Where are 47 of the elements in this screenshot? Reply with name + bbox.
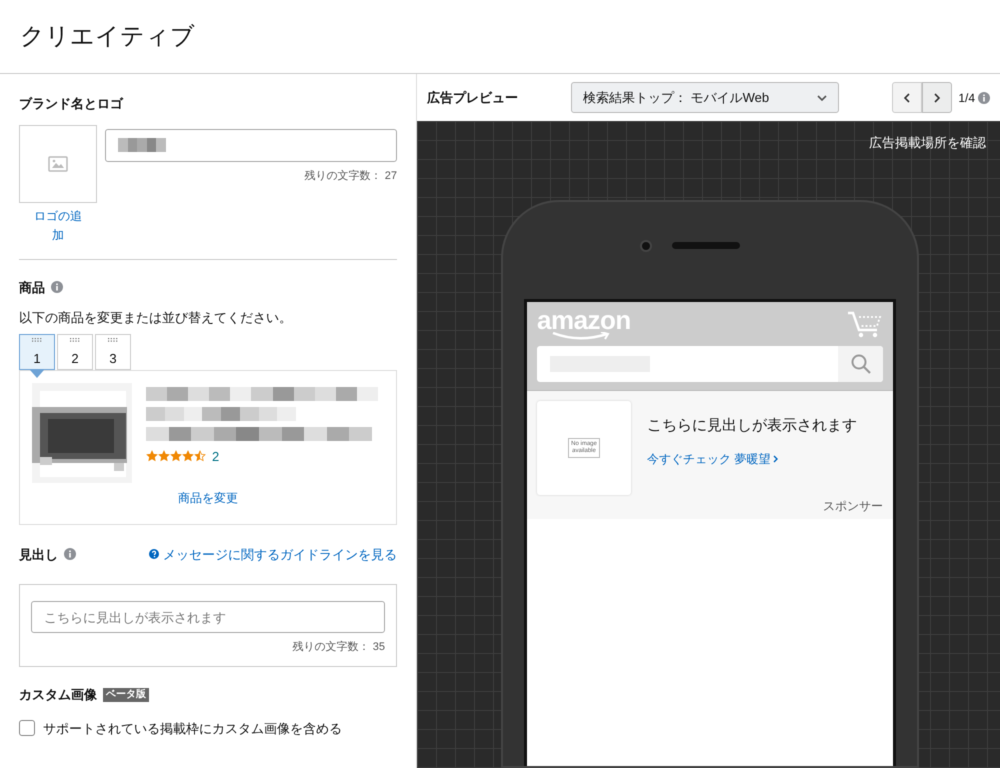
shop-now-link[interactable]: 今すぐチェック 夢暖望 — [647, 450, 857, 468]
info-icon — [51, 281, 63, 294]
chevron-right-icon — [934, 92, 940, 102]
search-field[interactable] — [537, 346, 883, 382]
change-product-link[interactable]: 商品を変更 — [178, 488, 238, 506]
headline-field[interactable]: こちらに見出しが表示されます — [31, 601, 385, 633]
ad-headline: こちらに見出しが表示されます — [647, 416, 857, 436]
page-title: クリエイティブ — [20, 22, 195, 52]
selection-pointer-icon — [30, 370, 44, 378]
chevron-down-icon — [817, 94, 827, 100]
beta-badge: ベータ版 — [103, 688, 149, 702]
review-count-link[interactable]: 2 — [212, 446, 220, 466]
chevron-right-icon — [773, 454, 778, 463]
drag-handle-icon — [70, 338, 80, 342]
section-heading: カスタム画像 — [19, 686, 97, 704]
brand-name-field[interactable] — [105, 128, 397, 162]
product-tab[interactable]: 3 — [95, 334, 131, 370]
search-icon — [850, 354, 870, 374]
placement-link[interactable]: 広告掲載場所を確認 — [869, 133, 986, 152]
preview-heading: 広告プレビュー — [427, 88, 519, 107]
sponsored-label: スポンサー — [823, 498, 883, 514]
section-heading: ブランド名とロゴ — [19, 95, 124, 113]
checkbox-label: サポートされている掲載枠にカスタム画像を含める — [43, 720, 342, 738]
section-heading: 見出し — [19, 546, 58, 564]
drag-handle-icon — [32, 338, 42, 342]
placement-dropdown[interactable]: 検索結果トップ： モバイルWeb — [571, 82, 839, 113]
help-icon — [149, 549, 159, 560]
chevron-left-icon — [904, 92, 910, 102]
next-button[interactable] — [922, 82, 952, 113]
blurred-text — [118, 138, 166, 152]
cart-icon — [847, 310, 883, 338]
add-logo-link[interactable]: ロゴの追加 — [30, 206, 86, 244]
drag-handle-icon — [108, 338, 118, 342]
previous-button[interactable] — [892, 82, 922, 113]
product-tab[interactable]: 2 — [57, 334, 93, 370]
camera-icon — [640, 240, 652, 252]
remaining-characters: 残りの文字数： 35 — [292, 640, 385, 655]
section-heading: 商品 — [19, 278, 45, 296]
info-icon — [64, 548, 76, 560]
page-indicator: 1/4 — [958, 90, 975, 106]
remaining-characters: 残りの文字数： 27 — [304, 168, 397, 184]
image-icon — [48, 156, 68, 172]
checkbox[interactable] — [19, 720, 35, 736]
guideline-link[interactable]: メッセージに関するガイドラインを見る — [149, 544, 397, 564]
speaker-grille — [672, 242, 740, 249]
info-icon — [978, 92, 990, 104]
instruction-text: 以下の商品を変更または並び替えてください。 — [19, 309, 293, 327]
